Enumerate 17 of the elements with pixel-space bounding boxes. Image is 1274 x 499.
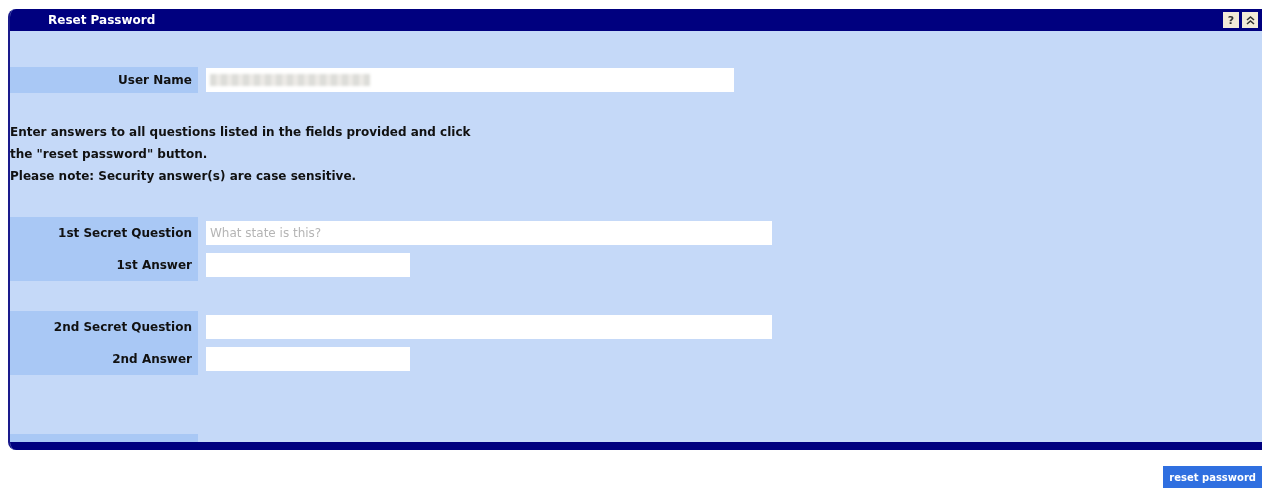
window-title: Reset Password bbox=[48, 13, 156, 27]
instruction-text: the "reset password" button. bbox=[10, 146, 209, 163]
field-label: 1st Secret Question bbox=[10, 217, 198, 249]
user-name-field[interactable] bbox=[206, 68, 734, 92]
field-label: 2nd Secret Question bbox=[10, 311, 198, 343]
instruction-text: Enter answers to all questions listed in the fields provided and click bbox=[10, 124, 472, 141]
field-label: 1st Answer bbox=[10, 249, 198, 281]
question-field[interactable] bbox=[206, 315, 772, 339]
help-button[interactable]: ? bbox=[1223, 12, 1239, 28]
instruction-text: Please note: Security answer(s) are case sensitive. bbox=[10, 168, 358, 185]
double-chevron-up-icon bbox=[1245, 15, 1255, 25]
collapse-button[interactable] bbox=[1242, 12, 1258, 28]
reset-password-button[interactable]: reset password bbox=[1163, 466, 1262, 488]
answer-field[interactable] bbox=[206, 253, 410, 277]
field-label: 2nd Answer bbox=[10, 343, 198, 375]
field-label: User Name bbox=[10, 67, 198, 93]
answer-field[interactable] bbox=[206, 347, 410, 371]
